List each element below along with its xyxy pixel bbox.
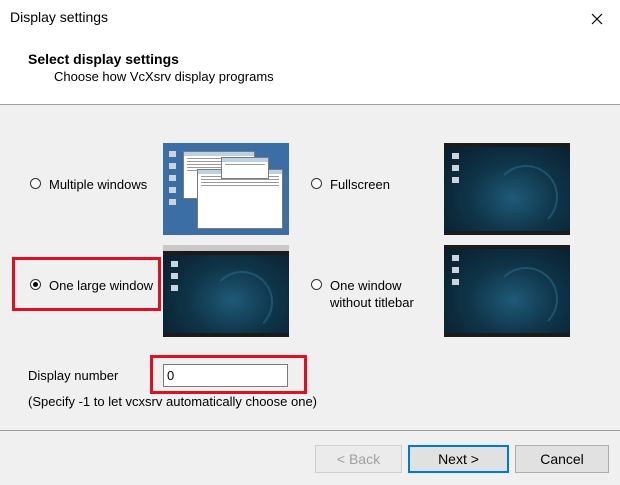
radio-label: One large window [49,278,154,293]
radio-one-window-without-titlebar[interactable]: One window without titlebar [311,277,414,311]
radio-fullscreen[interactable]: Fullscreen [311,176,390,193]
close-button[interactable] [574,0,620,37]
radio-label-line2: without titlebar [330,295,414,310]
window-title: Display settings [10,9,109,25]
header-subtitle: Choose how VcXsrv display programs [54,69,274,84]
radio-multiple-windows[interactable]: Multiple windows [30,176,147,193]
radio-one-large-window[interactable]: One large window [30,277,153,294]
preview-fullscreen [444,143,570,235]
display-number-label: Display number [28,368,119,383]
radio-label: One window without titlebar [330,277,414,311]
next-button[interactable]: Next > [408,445,509,473]
header-title: Select display settings [28,51,179,67]
footer-separator [0,430,620,431]
radio-circle-selected [30,279,41,290]
wizard-header: Select display settings Choose how VcXsr… [0,37,620,105]
radio-circle [311,178,322,189]
preview-one-large-window [163,245,289,337]
preview-multiple-windows [163,143,289,235]
radio-circle [30,178,41,189]
cancel-button[interactable]: Cancel [515,445,609,473]
close-icon [591,13,603,24]
display-number-hint: (Specify -1 to let vcxsrv automatically … [28,394,318,409]
radio-label: Multiple windows [49,177,148,192]
preview-one-window-without-titlebar [444,245,570,337]
radio-label: Fullscreen [330,177,390,192]
radio-label-line1: One window [330,278,402,293]
radio-circle [311,279,322,290]
back-button[interactable]: < Back [315,445,402,473]
display-number-input[interactable] [163,364,288,387]
title-bar: Display settings [0,0,620,37]
